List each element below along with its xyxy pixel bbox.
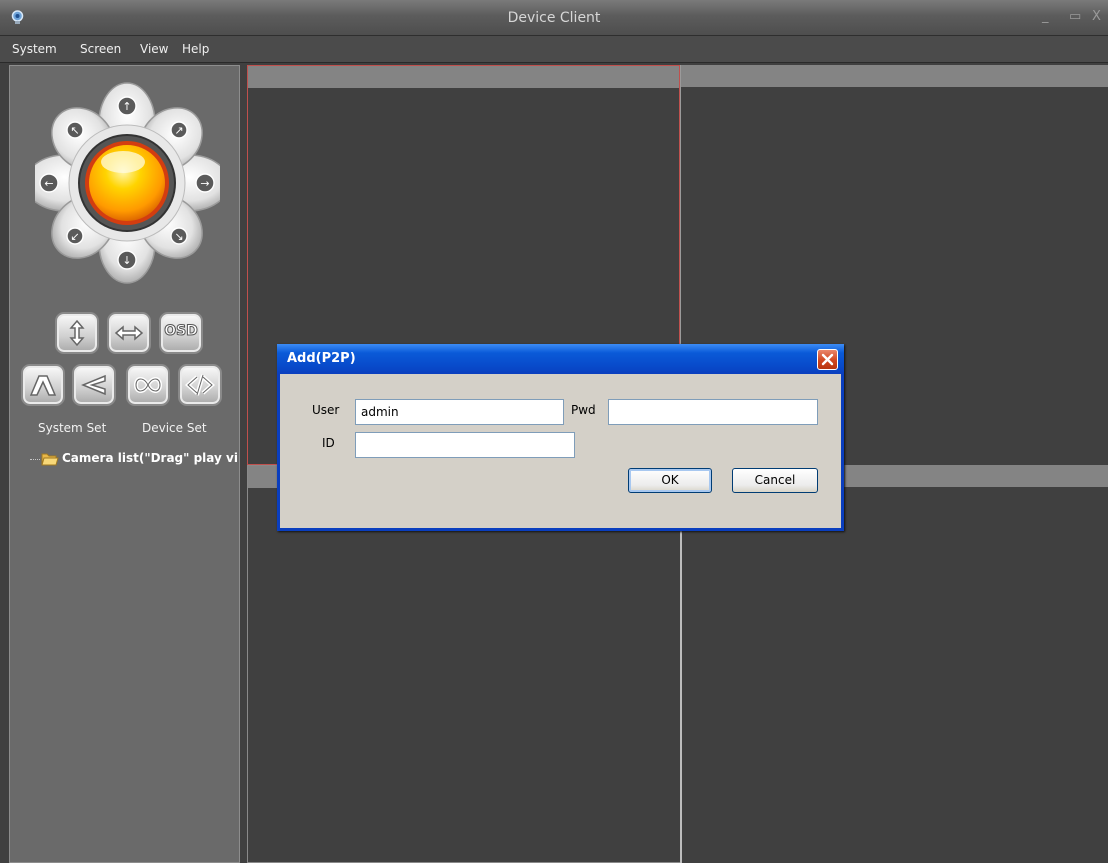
svg-text:↑: ↑ — [122, 100, 131, 113]
svg-text:←: ← — [44, 177, 53, 190]
dialog-title: Add(P2P) — [287, 351, 356, 366]
tilt-icon — [29, 375, 57, 396]
title-bar[interactable]: Device Client _ ▭ X — [0, 0, 1108, 36]
menu-view[interactable]: View — [140, 42, 168, 56]
user-label: User — [312, 403, 340, 417]
vertical-flip-button[interactable] — [55, 312, 99, 354]
id-input[interactable] — [355, 432, 575, 458]
control-panel: ↑ ↓ ← → ↖ ↗ ↙ ↘ OSD System Set Device Se… — [9, 65, 240, 863]
password-input[interactable] — [608, 399, 818, 425]
cruise-button[interactable] — [126, 364, 170, 406]
add-p2p-dialog: Add(P2P) User Pwd ID OK Cancel — [277, 344, 844, 531]
tree-connector — [30, 459, 40, 460]
camera-list-tree-root[interactable]: Camera list("Drag" play vi — [30, 449, 241, 469]
pwd-label: Pwd — [571, 403, 596, 417]
dialog-close-button[interactable] — [817, 349, 838, 370]
minimize-button[interactable]: _ — [1042, 10, 1049, 24]
system-set-link[interactable]: System Set — [38, 421, 106, 435]
svg-text:↙: ↙ — [70, 230, 79, 243]
pan-icon — [81, 374, 106, 396]
cruise-icon — [133, 377, 163, 393]
maximize-button[interactable]: ▭ — [1069, 10, 1081, 24]
svg-text:↗: ↗ — [174, 124, 183, 137]
osd-button[interactable]: OSD — [159, 312, 203, 354]
svg-text:↘: ↘ — [174, 230, 183, 243]
horizontal-flip-icon — [114, 325, 144, 341]
dialog-title-bar[interactable]: Add(P2P) — [277, 344, 844, 374]
device-set-link[interactable]: Device Set — [142, 421, 207, 435]
id-label: ID — [322, 436, 335, 450]
ptz-control: ↑ ↓ ← → ↖ ↗ ↙ ↘ — [35, 82, 220, 284]
osd-label: OSD — [164, 323, 199, 340]
cancel-button[interactable]: Cancel — [732, 468, 818, 493]
vertical-flip-icon — [69, 319, 85, 347]
svg-text:↓: ↓ — [122, 254, 131, 267]
menu-screen[interactable]: Screen — [80, 42, 121, 56]
horizontal-flip-button[interactable] — [107, 312, 151, 354]
pane-header — [681, 65, 1108, 87]
svg-text:→: → — [200, 177, 209, 190]
code-button[interactable] — [178, 364, 222, 406]
ok-button[interactable]: OK — [628, 468, 712, 493]
tilt-button[interactable] — [21, 364, 65, 406]
menu-help[interactable]: Help — [182, 42, 209, 56]
device-client-window: Device Client _ ▭ X System Screen View H… — [0, 0, 1108, 863]
close-icon — [821, 353, 834, 366]
menu-bar: System Screen View Help — [0, 36, 1108, 63]
code-icon — [185, 374, 215, 396]
user-input[interactable] — [355, 399, 564, 425]
svg-text:↖: ↖ — [70, 124, 79, 137]
pan-button[interactable] — [72, 364, 116, 406]
window-title: Device Client — [507, 10, 601, 26]
folder-open-icon — [41, 453, 59, 466]
menu-system[interactable]: System — [12, 42, 57, 56]
pane-header — [248, 66, 679, 88]
close-button[interactable]: X — [1092, 10, 1101, 24]
camera-list-label[interactable]: Camera list("Drag" play vi — [62, 451, 241, 465]
